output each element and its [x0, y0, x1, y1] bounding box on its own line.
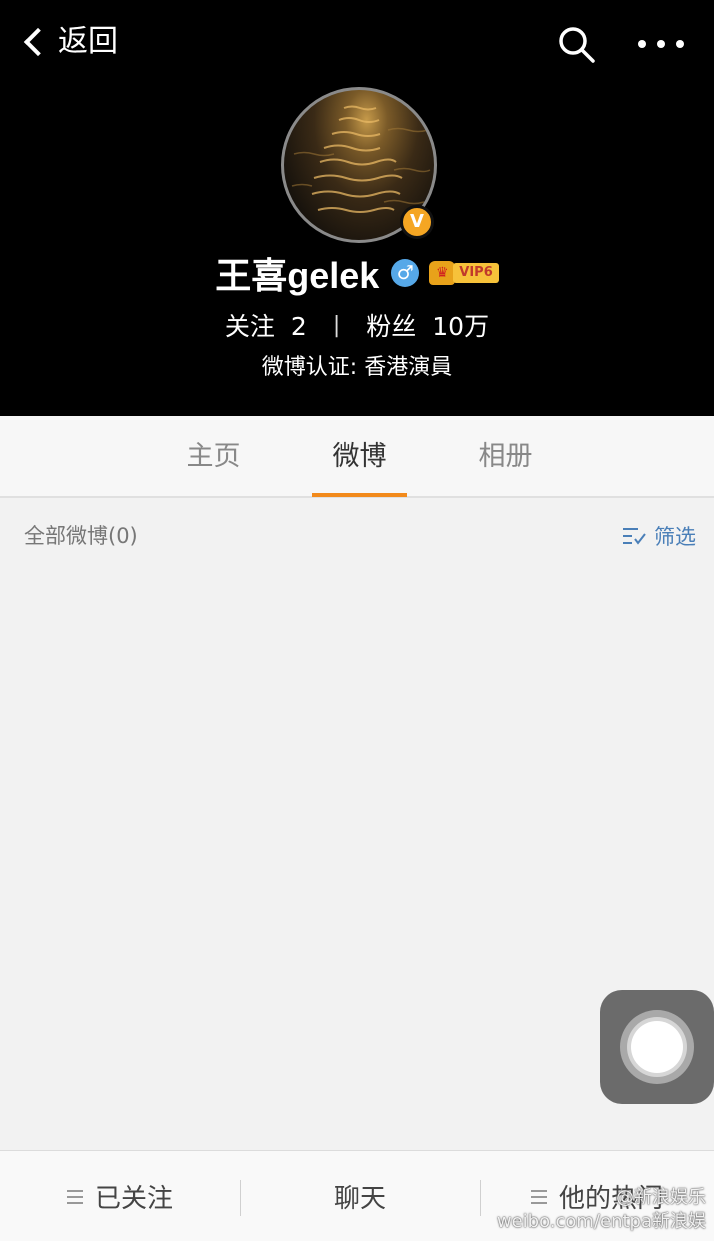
name-row: 王喜gelek ♂ ♛ VIP6	[0, 248, 714, 298]
watermark-line2: weibo.com/entpa新浪娱	[496, 1211, 706, 1232]
following-stat[interactable]: 关注 2	[225, 307, 307, 343]
following-label: 关注	[224, 312, 275, 341]
fans-stat[interactable]: 粉丝 10万	[366, 307, 489, 343]
tab-home[interactable]: 主页	[166, 416, 261, 496]
chat-button[interactable]: 聊天	[240, 1151, 480, 1241]
verification-text: 微博认证: 香港演員	[261, 355, 453, 380]
back-label: 返回	[58, 24, 118, 59]
fans-count: 10万	[432, 312, 490, 341]
filter-button[interactable]: 筛选	[622, 510, 696, 562]
stats-separator: |	[332, 312, 341, 338]
profile-name: 王喜gelek	[215, 255, 380, 296]
search-icon[interactable]	[556, 24, 596, 64]
watermark: @新浪娱乐 weibo.com/entpa新浪娱	[497, 1186, 706, 1234]
vip-crown-icon: ♛	[429, 261, 456, 285]
profile-tabs: 主页 微博 相册	[0, 416, 714, 498]
profile-header: 返回 V 王喜gelek ♂ ♛ VIP6 关注 2 | 粉丝 10万 微博认证…	[0, 0, 714, 416]
back-button[interactable]: 返回	[20, 22, 118, 62]
fans-label: 粉丝	[366, 312, 417, 341]
active-tab-indicator	[312, 493, 407, 497]
bottom-divider	[240, 1180, 241, 1216]
watermark-line1: @新浪娱乐	[616, 1187, 706, 1208]
filter-label: 筛选	[654, 525, 696, 549]
tab-weibo[interactable]: 微博	[312, 416, 407, 496]
filter-bar: 全部微博(0) 筛选	[0, 510, 714, 562]
male-icon: ♂	[391, 259, 420, 287]
back-chevron-icon	[23, 27, 53, 57]
following-count: 2	[290, 312, 307, 341]
followed-button[interactable]: 已关注	[0, 1151, 240, 1241]
all-weibo-count: 全部微博(0)	[24, 524, 138, 548]
tab-album[interactable]: 相册	[458, 416, 553, 496]
verified-v-icon: V	[400, 205, 434, 239]
follow-stats: 关注 2 | 粉丝 10万	[0, 305, 714, 345]
menu-icon	[66, 1189, 83, 1204]
assistive-touch-icon[interactable]	[600, 990, 714, 1104]
chat-label: 聊天	[333, 1184, 386, 1214]
followed-label: 已关注	[94, 1184, 173, 1214]
more-dots-icon[interactable]	[638, 24, 684, 64]
vip-badge[interactable]: ♛ VIP6	[429, 261, 499, 285]
bottom-divider	[480, 1180, 481, 1216]
vip-level: VIP6	[453, 263, 499, 283]
filter-icon	[623, 528, 646, 545]
